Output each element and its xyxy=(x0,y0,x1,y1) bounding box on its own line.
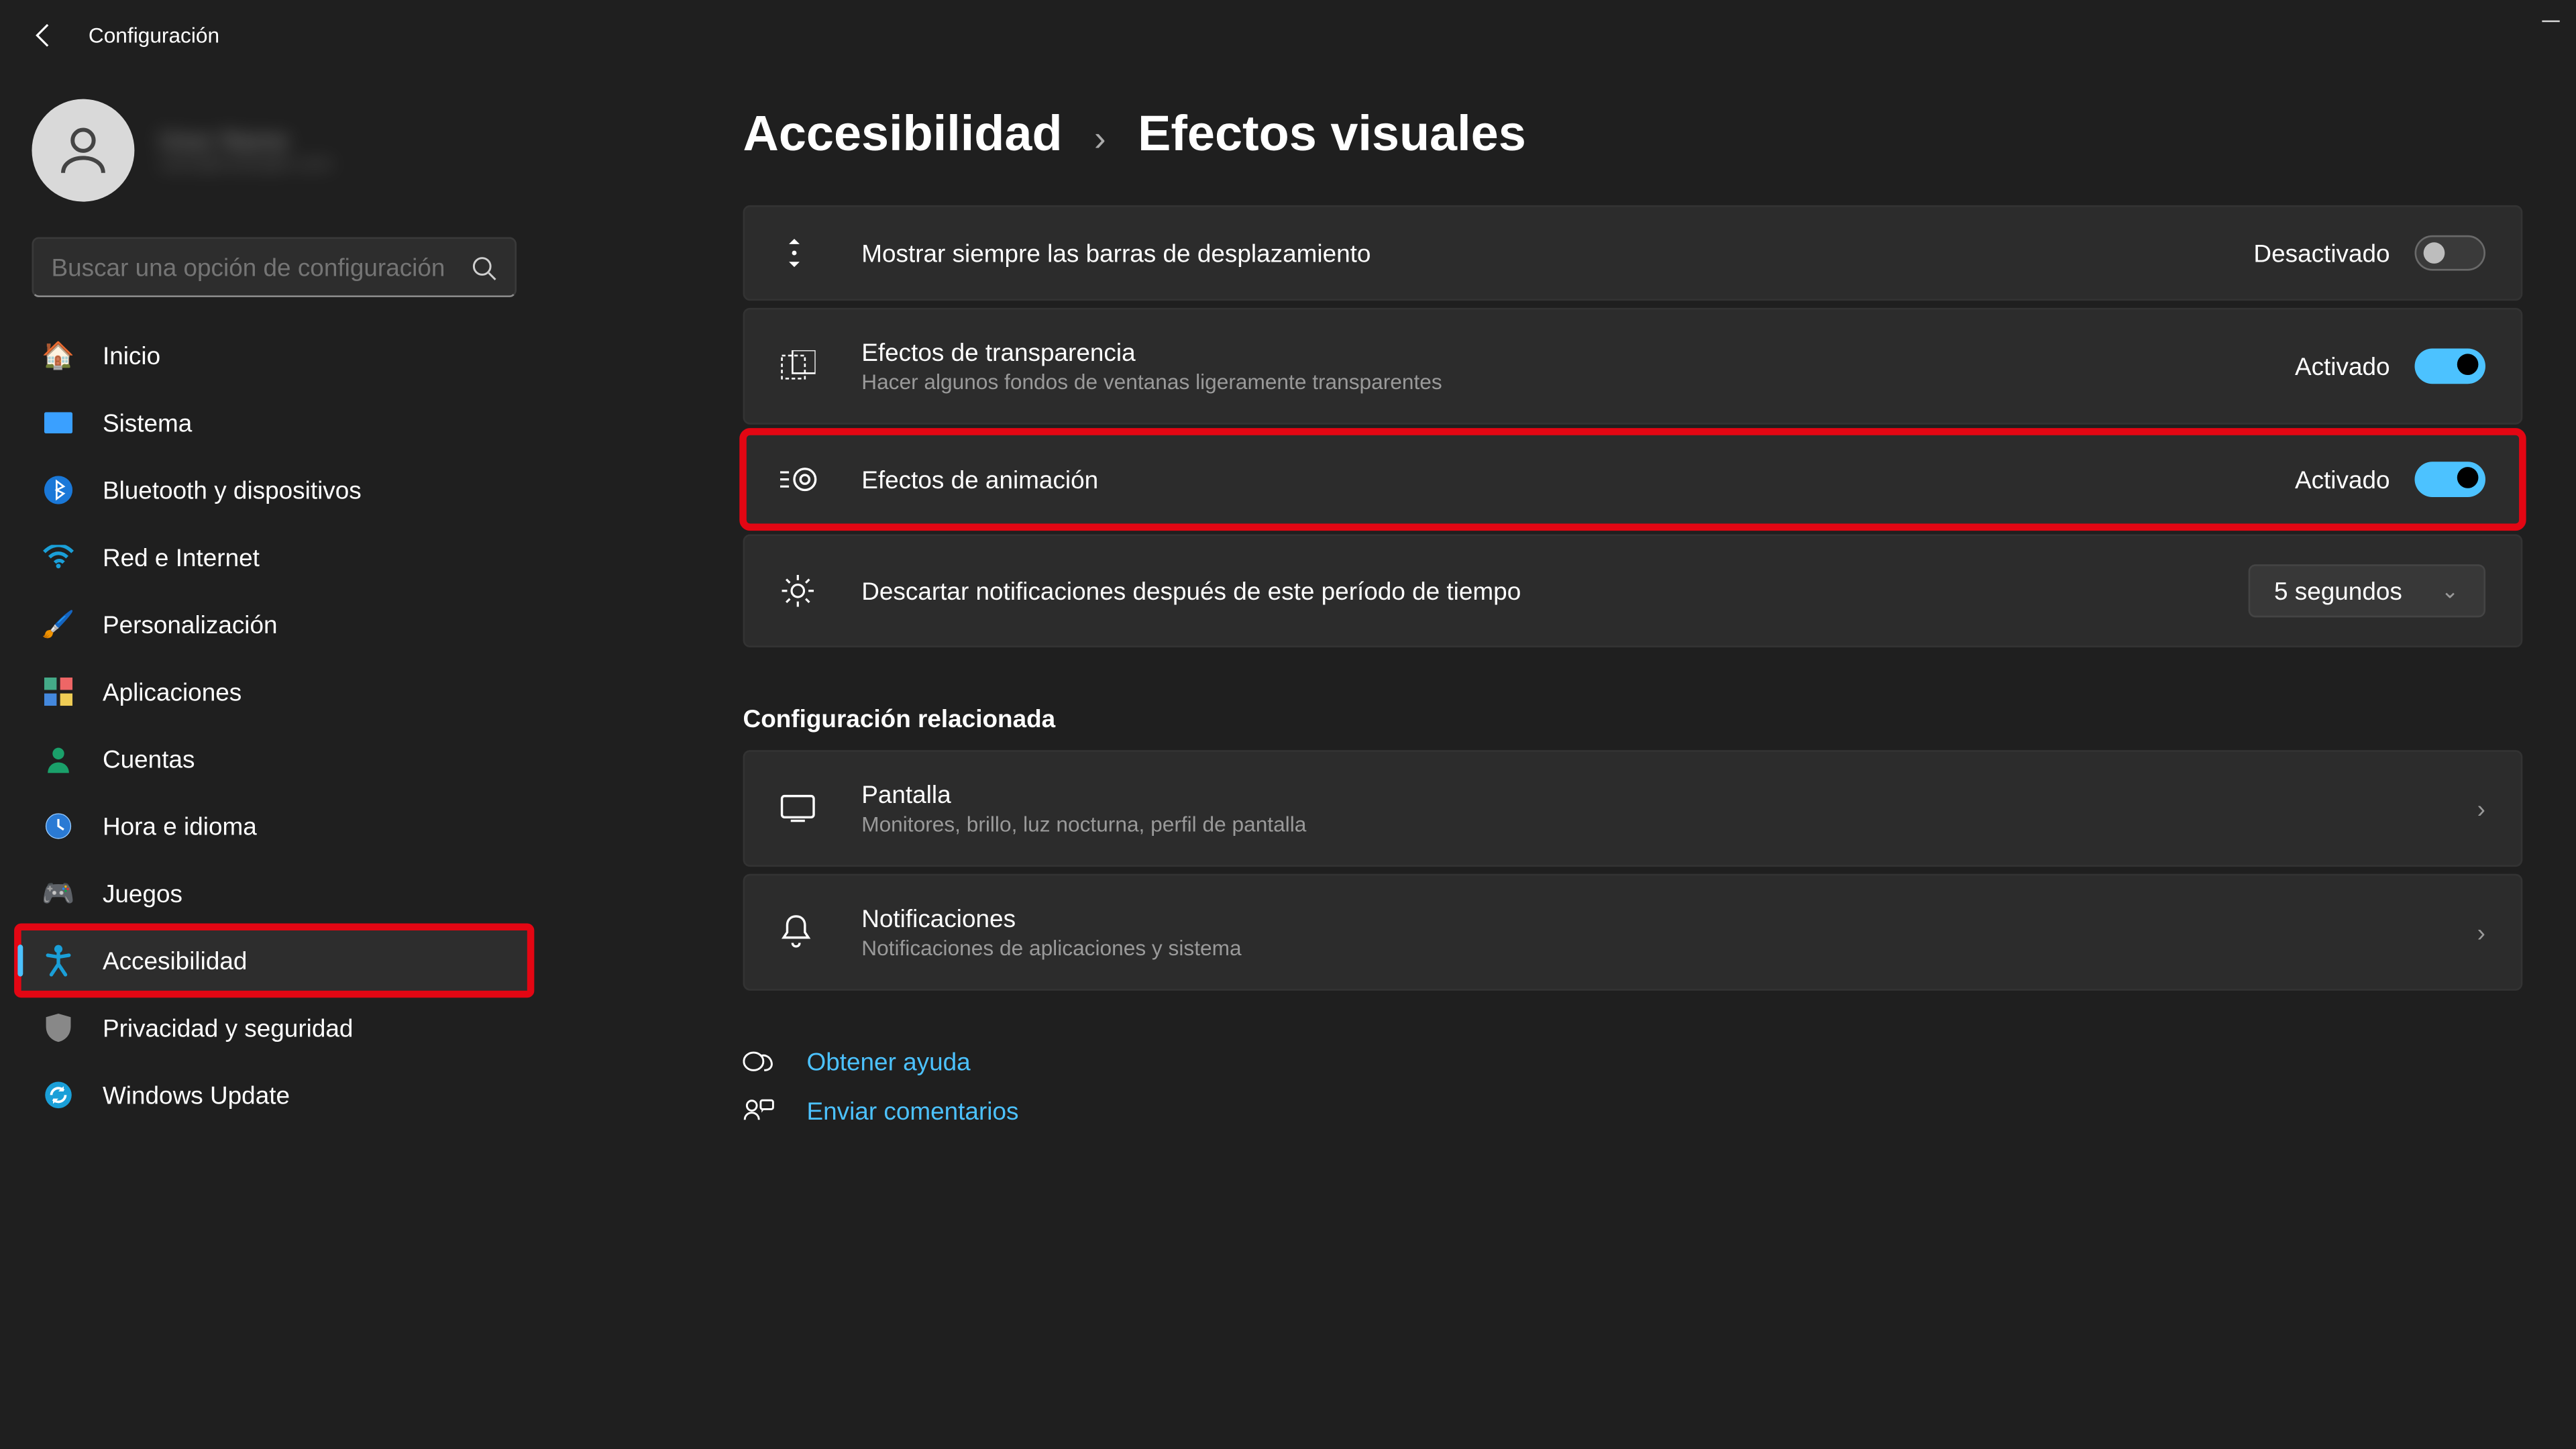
setting-title: Efectos de transparencia xyxy=(861,338,2295,366)
toggle-state-label: Activado xyxy=(2295,352,2390,380)
search-input-container[interactable] xyxy=(32,237,517,297)
transparency-toggle[interactable] xyxy=(2415,348,2485,384)
clock-icon xyxy=(42,810,74,842)
related-sub: Monitores, brillo, luz nocturna, perfil … xyxy=(861,812,2477,837)
setting-transparency[interactable]: Efectos de transparencia Hacer algunos f… xyxy=(743,308,2523,425)
scrollbars-toggle[interactable] xyxy=(2415,235,2485,271)
search-icon xyxy=(470,254,497,280)
nav-item-accounts[interactable]: Cuentas xyxy=(17,725,531,792)
nav-label: Cuentas xyxy=(103,745,195,773)
profile-text: User Name user@example.com xyxy=(159,125,332,175)
nav-item-apps[interactable]: Aplicaciones xyxy=(17,658,531,725)
nav-label: Privacidad y seguridad xyxy=(103,1014,354,1042)
dismiss-duration-dropdown[interactable]: 5 segundos ⌄ xyxy=(2247,564,2485,617)
setting-title: Mostrar siempre las barras de desplazami… xyxy=(861,239,2253,267)
profile-sub: user@example.com xyxy=(159,154,332,175)
nav-item-home[interactable]: 🏠 Inicio xyxy=(17,322,531,389)
setting-scrollbars[interactable]: Mostrar siempre las barras de desplazami… xyxy=(743,205,2523,301)
related-display[interactable]: Pantalla Monitores, brillo, luz nocturna… xyxy=(743,750,2523,867)
nav-label: Red e Internet xyxy=(103,543,260,572)
nav-label: Sistema xyxy=(103,409,192,437)
shield-icon xyxy=(42,1012,74,1043)
arrow-left-icon xyxy=(30,21,58,50)
breadcrumb-parent[interactable]: Accesibilidad xyxy=(743,106,1063,162)
update-icon xyxy=(42,1079,74,1111)
user-profile[interactable]: User Name user@example.com xyxy=(17,89,531,237)
wifi-icon xyxy=(42,541,74,573)
brightness-icon xyxy=(780,573,826,608)
nav-label: Aplicaciones xyxy=(103,678,241,706)
chevron-right-icon: › xyxy=(1094,120,1106,161)
setting-title: Efectos de animación xyxy=(861,466,2295,494)
toggle-state-label: Activado xyxy=(2295,466,2390,494)
animation-toggle[interactable] xyxy=(2415,462,2485,497)
nav-label: Inicio xyxy=(103,341,160,370)
setting-dismiss-notifications[interactable]: Descartar notificaciones después de este… xyxy=(743,534,2523,647)
back-button[interactable] xyxy=(17,9,70,62)
nav-label: Hora e idioma xyxy=(103,812,257,840)
send-feedback-link[interactable]: Enviar comentarios xyxy=(806,1097,1018,1125)
nav-item-privacy[interactable]: Privacidad y seguridad xyxy=(17,994,531,1061)
bell-icon xyxy=(780,914,826,950)
setting-animation[interactable]: Efectos de animación Activado xyxy=(743,431,2523,527)
nav-item-system[interactable]: Sistema xyxy=(17,389,531,456)
transparency-icon xyxy=(780,350,826,382)
nav-item-network[interactable]: Red e Internet xyxy=(17,524,531,591)
nav-label: Windows Update xyxy=(103,1081,290,1109)
system-icon xyxy=(42,407,74,439)
accounts-icon xyxy=(42,743,74,775)
nav-item-time-language[interactable]: Hora e idioma xyxy=(17,792,531,859)
scrollbar-icon xyxy=(780,235,826,271)
related-sub: Notificaciones de aplicaciones y sistema xyxy=(861,936,2477,961)
avatar xyxy=(32,99,134,202)
bluetooth-icon xyxy=(42,474,74,506)
breadcrumb: Accesibilidad › Efectos visuales xyxy=(743,106,2523,162)
nav-item-gaming[interactable]: 🎮 Juegos xyxy=(17,860,531,927)
display-icon xyxy=(780,794,826,822)
accessibility-icon xyxy=(42,945,74,976)
nav-label: Personalización xyxy=(103,610,278,639)
related-notifications[interactable]: Notificaciones Notificaciones de aplicac… xyxy=(743,874,2523,991)
nav-label: Juegos xyxy=(103,879,182,908)
search-input[interactable] xyxy=(51,253,470,281)
apps-icon xyxy=(42,676,74,707)
nav-label: Accesibilidad xyxy=(103,947,247,975)
nav-item-accessibility[interactable]: Accesibilidad xyxy=(17,927,531,994)
help-icon xyxy=(743,1047,779,1075)
nav-label: Bluetooth y dispositivos xyxy=(103,476,362,504)
minimize-button[interactable] xyxy=(2540,11,2562,32)
get-help-link[interactable]: Obtener ayuda xyxy=(806,1047,970,1075)
paintbrush-icon: 🖌️ xyxy=(42,608,74,640)
chevron-right-icon: › xyxy=(2477,918,2485,947)
dropdown-value: 5 segundos xyxy=(2274,577,2402,605)
chevron-right-icon: › xyxy=(2477,794,2485,822)
window-title: Configuración xyxy=(89,23,219,48)
nav-item-windows-update[interactable]: Windows Update xyxy=(17,1061,531,1128)
related-title: Notificaciones xyxy=(861,904,2477,932)
animation-icon xyxy=(780,466,826,494)
help-link-row: Obtener ayuda xyxy=(743,1036,2523,1086)
setting-sub: Hacer algunos fondos de ventanas ligeram… xyxy=(861,370,2295,394)
person-icon xyxy=(53,120,113,180)
feedback-icon xyxy=(743,1097,779,1125)
profile-name: User Name xyxy=(159,125,332,154)
minimize-icon xyxy=(2540,11,2562,32)
page-title: Efectos visuales xyxy=(1138,106,1526,162)
nav-item-personalization[interactable]: 🖌️ Personalización xyxy=(17,591,531,658)
feedback-link-row: Enviar comentarios xyxy=(743,1086,2523,1136)
chevron-down-icon: ⌄ xyxy=(2441,578,2459,603)
setting-title: Descartar notificaciones después de este… xyxy=(861,577,2247,605)
toggle-state-label: Desactivado xyxy=(2253,239,2390,267)
related-title: Pantalla xyxy=(861,780,2477,808)
section-header-related: Configuración relacionada xyxy=(743,704,2523,733)
gamepad-icon: 🎮 xyxy=(42,877,74,909)
nav-item-bluetooth[interactable]: Bluetooth y dispositivos xyxy=(17,456,531,523)
home-icon: 🏠 xyxy=(42,339,74,371)
